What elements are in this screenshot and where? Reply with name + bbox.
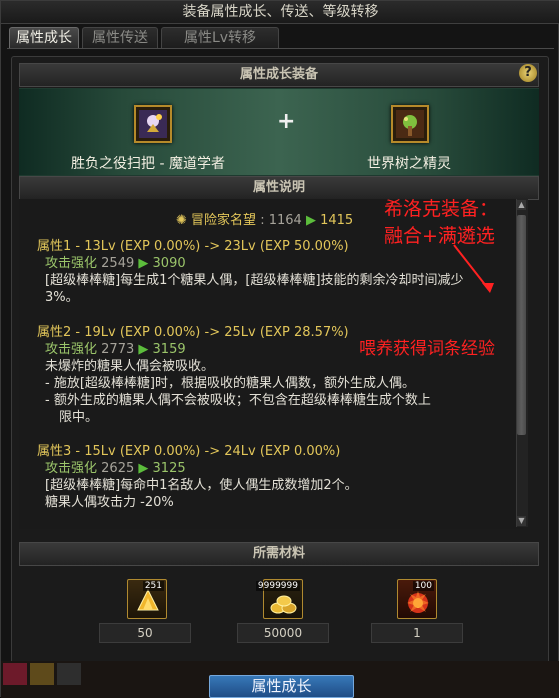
fame-icon: ✺ (176, 213, 187, 228)
quickslot-icons (3, 663, 81, 685)
equipment-growth-window: 装备属性成长、传送、等级转移 属性成长 属性传送 属性Lv转移 属性成长装备 ?… (0, 0, 559, 698)
material-slot-1[interactable]: 251 (127, 579, 167, 619)
fame-label: 冒险家名望 (191, 213, 257, 228)
broom-weapon-icon (139, 110, 167, 138)
annotation-arrow-icon (453, 244, 494, 293)
tab-attribute-growth[interactable]: 属性成长 (9, 27, 79, 48)
scroll-thumb[interactable] (517, 215, 526, 435)
right-equip-name: 世界树之精灵 (367, 156, 451, 172)
arrow-icon: ▶ (305, 213, 316, 228)
annotation-feed-exp: 喂养获得词条经验 (359, 339, 495, 359)
left-equip-name: 胜负之役扫把 - 魔道学者 (71, 156, 225, 172)
attribute-2-desc-line: - 额外生成的糖果人偶不会被吸收；不包含在超级棒棒糖生成个数上 (45, 393, 431, 408)
material-count: 100 (412, 581, 434, 591)
annotation-hilok-equip: 希洛克装备： (384, 198, 499, 220)
fire-orb-icon (407, 591, 429, 613)
material-count: 9999999 (255, 581, 300, 591)
material-slot-3[interactable]: 100 (397, 579, 437, 619)
attribute-1-desc-line: [超级棒棒糖]每生成1个糖果人偶，[超级棒棒糖]技能的剩余冷却时间减少 (45, 273, 464, 288)
attribute-3-desc-line: 糖果人偶攻击力 -20% (45, 495, 174, 510)
adventurer-fame-row: ✺ 冒险家名望 : 1164 ▶ 1415 (176, 209, 353, 228)
tab-divider (7, 48, 554, 49)
attribute-growth-button[interactable]: 属性成长 (209, 675, 354, 698)
scroll-up-icon[interactable]: ▲ (517, 200, 526, 210)
plus-sign: + (277, 109, 296, 134)
tab-attribute-lv-transfer[interactable]: 属性Lv转移 (161, 27, 279, 48)
fame-from: : 1164 (260, 213, 302, 228)
fame-to: 1415 (320, 213, 354, 228)
material-value-3: 1 (371, 623, 463, 643)
window-title: 装备属性成长、传送、等级转移 (1, 1, 559, 24)
help-icon[interactable]: ? (519, 64, 537, 82)
material-count: 251 (142, 581, 164, 591)
attribute-2-desc-line: 限中。 (59, 410, 99, 425)
attribute-1-desc-line: 3%。 (45, 290, 79, 305)
gold-shard-icon (137, 588, 159, 611)
equip-slot-right[interactable] (391, 105, 429, 143)
equip-slot-left[interactable] (134, 105, 172, 143)
scroll-down-icon[interactable]: ▼ (517, 516, 526, 526)
material-slot-2[interactable]: 9999999 (255, 579, 303, 619)
tab-attribute-transfer[interactable]: 属性传送 (82, 27, 158, 48)
equip-section-header: 属性成长装备 (19, 63, 539, 87)
gold-coins-icon (270, 595, 297, 614)
world-tree-spirit-icon (396, 110, 424, 138)
material-value-2: 50000 (237, 623, 329, 643)
material-value-1: 50 (99, 623, 191, 643)
materials-section-header: 所需材料 (19, 542, 539, 566)
